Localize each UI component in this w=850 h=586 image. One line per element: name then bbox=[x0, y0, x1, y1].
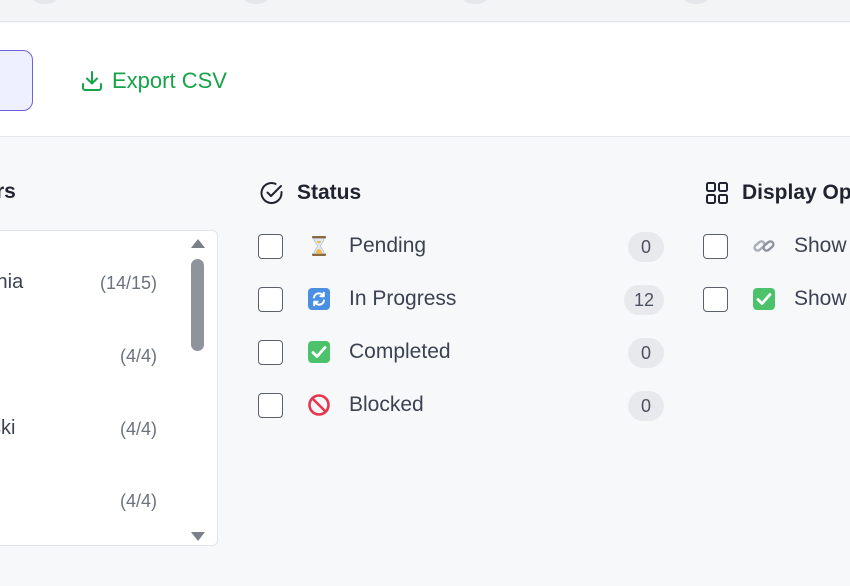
in-progress-label: In Progress bbox=[349, 287, 457, 310]
display-options-title: Display Op bbox=[704, 180, 850, 206]
blocked-count-badge: 0 bbox=[628, 391, 664, 421]
pending-checkbox[interactable] bbox=[258, 233, 283, 259]
status-row-blocked[interactable]: Blocked 0 bbox=[258, 388, 668, 422]
download-icon bbox=[82, 71, 102, 91]
pending-count-badge: 0 bbox=[628, 232, 664, 262]
filter-list[interactable]: thia (14/15) (4/4) ski (4/4) (4/4) bbox=[0, 230, 218, 546]
list-item-count: (14/15) bbox=[99, 273, 157, 293]
display-option-label: Show bbox=[794, 234, 847, 257]
blocked-checkbox[interactable] bbox=[258, 392, 283, 418]
list-item-count: (4/4) bbox=[119, 346, 157, 366]
list-item[interactable]: (4/4) bbox=[0, 344, 191, 374]
completed-count-badge: 0 bbox=[628, 338, 664, 368]
scroll-down-arrow-icon[interactable] bbox=[191, 532, 205, 541]
status-title-text: Status bbox=[297, 181, 362, 204]
display-option-checkbox[interactable] bbox=[703, 233, 728, 259]
list-item-name: ski bbox=[0, 417, 16, 439]
grid-icon bbox=[706, 182, 728, 204]
tab-edge bbox=[683, 0, 709, 4]
tab-edge bbox=[462, 0, 488, 4]
display-option-label: Show bbox=[794, 287, 847, 310]
refresh-icon bbox=[307, 287, 331, 311]
check-circle-icon bbox=[260, 182, 283, 205]
list-item[interactable]: (4/4) bbox=[0, 489, 191, 519]
toolbar: Export CSV bbox=[0, 23, 850, 137]
selected-button[interactable] bbox=[0, 50, 33, 111]
status-row-pending[interactable]: Pending 0 bbox=[258, 229, 668, 263]
list-item[interactable]: ski (4/4) bbox=[0, 417, 191, 447]
export-csv-label: Export CSV bbox=[112, 68, 227, 93]
completed-label: Completed bbox=[349, 340, 451, 363]
link-icon bbox=[752, 234, 776, 258]
list-item-count: (4/4) bbox=[119, 419, 157, 439]
in-progress-checkbox[interactable] bbox=[258, 286, 283, 312]
scroll-thumb[interactable] bbox=[191, 259, 204, 351]
status-row-in-progress[interactable]: In Progress 12 bbox=[258, 282, 668, 316]
display-option-row[interactable]: Show bbox=[703, 229, 847, 263]
scroll-up-arrow-icon[interactable] bbox=[191, 239, 205, 248]
check-mark-icon bbox=[307, 340, 331, 364]
list-item-count: (4/4) bbox=[119, 491, 157, 511]
check-mark-icon bbox=[752, 287, 776, 311]
completed-checkbox[interactable] bbox=[258, 339, 283, 365]
display-option-row[interactable]: Show bbox=[703, 282, 847, 316]
status-title: Status bbox=[259, 180, 361, 206]
display-option-checkbox[interactable] bbox=[703, 286, 728, 312]
display-options-title-text: Display Op bbox=[742, 181, 850, 204]
status-row-completed[interactable]: Completed 0 bbox=[258, 335, 668, 369]
left-panel-title-text: rs bbox=[0, 180, 16, 203]
in-progress-count-badge: 12 bbox=[623, 285, 664, 315]
prohibited-icon bbox=[307, 393, 331, 417]
hourglass-icon bbox=[307, 234, 331, 258]
list-item[interactable]: thia (14/15) bbox=[0, 271, 191, 301]
scrollbar[interactable] bbox=[187, 231, 209, 545]
pending-label: Pending bbox=[349, 234, 427, 257]
tab-edge bbox=[32, 0, 58, 4]
tab-edge bbox=[243, 0, 269, 4]
left-panel-title: rs bbox=[0, 180, 16, 204]
top-tab-strip bbox=[0, 0, 850, 22]
blocked-label: Blocked bbox=[349, 393, 424, 416]
list-item-name: thia bbox=[0, 271, 24, 293]
export-csv-button[interactable]: Export CSV bbox=[80, 65, 227, 97]
